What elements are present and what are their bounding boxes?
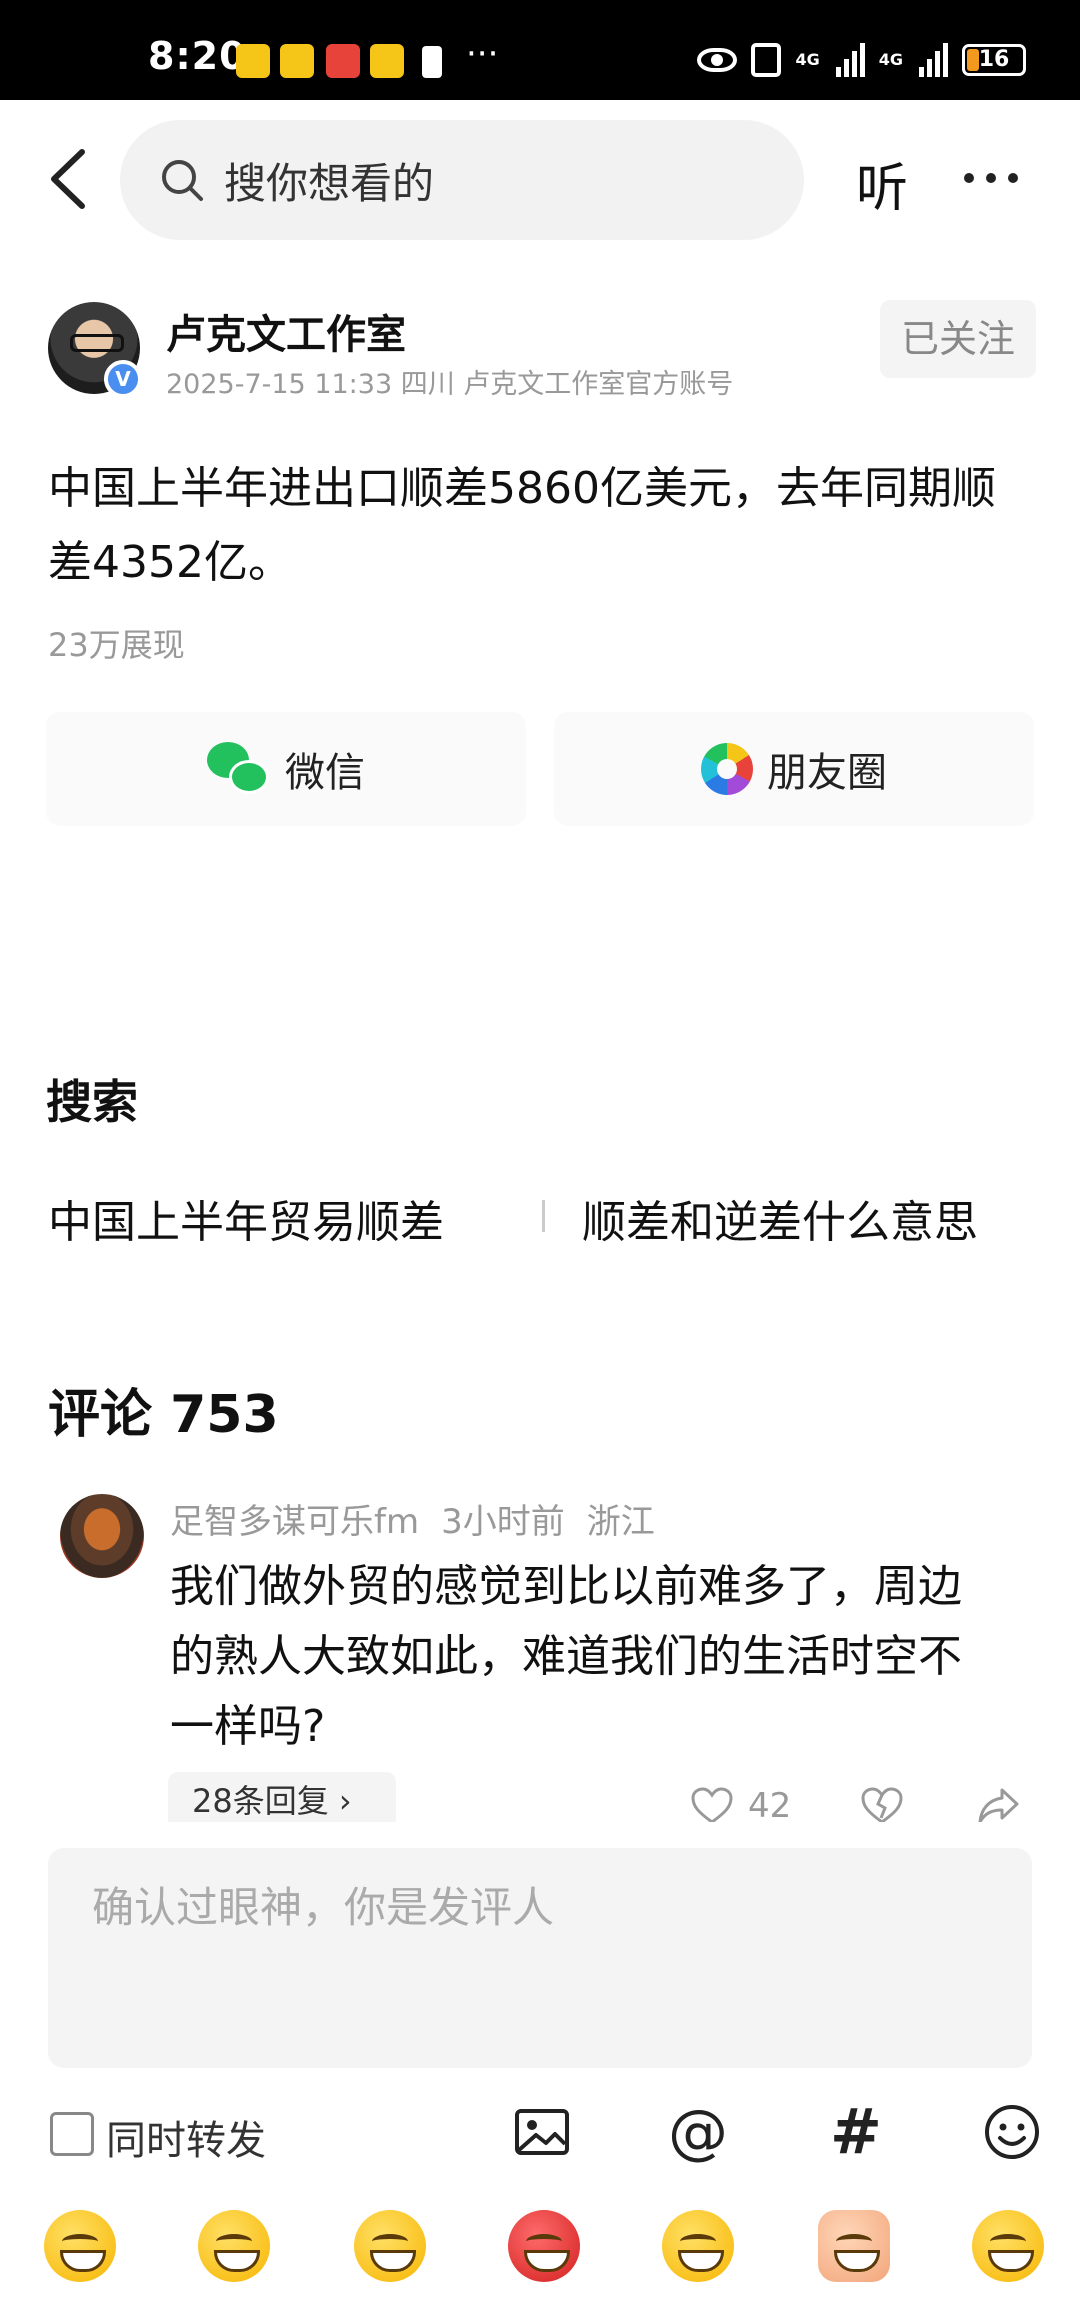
dislike-icon[interactable] xyxy=(860,1786,904,1826)
battery-level: 16 xyxy=(978,47,1010,72)
search-suggestion[interactable]: 中国上半年贸易顺差 xyxy=(48,1186,444,1250)
notification-app-icon xyxy=(280,44,314,78)
back-button[interactable] xyxy=(44,148,96,210)
notification-app-icon xyxy=(236,44,270,78)
wechat-icon xyxy=(207,742,271,796)
commenter-name[interactable]: 足智多谋可乐fm xyxy=(170,1502,419,1542)
more-icon xyxy=(964,173,974,183)
vibrate-icon xyxy=(751,43,782,77)
signal-icon xyxy=(835,43,865,77)
post-text: 中国上半年进出口顺差5860亿美元，去年同期顺差4352亿。 xyxy=(48,463,996,588)
signal-icon xyxy=(919,43,948,77)
search-placeholder: 搜你想看的 xyxy=(224,158,435,208)
back-arrow-icon xyxy=(51,149,85,209)
replies-button[interactable]: 28条回复 › xyxy=(168,1772,396,1824)
like-icon[interactable] xyxy=(690,1786,734,1826)
comment-meta: 足智多谋可乐fm 3小时前 浙江 xyxy=(170,1494,677,1543)
grinning-emoji[interactable] xyxy=(198,2210,270,2282)
divider xyxy=(542,1200,545,1232)
status-indicators: 4G 4G 16 xyxy=(697,40,1026,80)
emoji-quick-bar xyxy=(0,2210,1080,2290)
comment-input[interactable]: 确认过眼神，你是发评人 xyxy=(48,1848,1032,2068)
status-time: 8:20 xyxy=(148,34,247,78)
post-meta: 2025-7-15 11:33 四川 卢克文工作室官方账号 xyxy=(166,369,734,400)
hugging-emoji[interactable] xyxy=(354,2210,426,2282)
share-wechat-button[interactable]: 微信 xyxy=(46,712,526,826)
hash-icon[interactable]: # xyxy=(826,2101,886,2163)
repost-checkbox[interactable] xyxy=(50,2112,94,2156)
share-wechat-label: 微信 xyxy=(285,750,365,796)
thumbs-up-emoji[interactable] xyxy=(818,2210,890,2282)
more-notifications-icon: ··· xyxy=(466,34,499,74)
search-input[interactable]: 搜你想看的 xyxy=(120,120,804,240)
notification-app-icon xyxy=(370,44,404,78)
repost-label[interactable]: 同时转发 xyxy=(106,2108,266,2166)
view-count: 23万展现 xyxy=(48,626,185,664)
verified-badge: V xyxy=(104,360,142,398)
more-button[interactable] xyxy=(964,158,1024,198)
author-name[interactable]: 卢克文工作室 xyxy=(166,302,406,360)
follow-button[interactable]: 已关注 xyxy=(880,300,1036,378)
search-section-title: 搜索 xyxy=(46,1075,138,1129)
battery-icon: 16 xyxy=(962,44,1026,76)
comments-title: 评论 753 xyxy=(48,1385,279,1445)
moments-icon xyxy=(701,743,753,795)
smirk-emoji[interactable] xyxy=(662,2210,734,2282)
status-bar: 8:20 ··· 4G 4G 16 xyxy=(0,0,1080,100)
commenter-avatar[interactable] xyxy=(60,1494,144,1578)
share-icon[interactable] xyxy=(976,1786,1020,1826)
comment-location: 浙江 xyxy=(586,1502,655,1542)
emoji-icon[interactable] xyxy=(982,2102,1042,2162)
laughing-crying-emoji[interactable] xyxy=(44,2210,116,2282)
image-icon[interactable] xyxy=(512,2102,572,2162)
eye-comfort-icon xyxy=(697,48,738,72)
at-icon[interactable]: @ xyxy=(668,2102,728,2162)
comment-text[interactable]: 我们做外贸的感觉到比以前难多了，周边的熟人大致如此，难道我们的生活时空不一样吗? xyxy=(170,1552,1000,1762)
alert-icon xyxy=(422,46,442,78)
share-moments-label: 朋友圈 xyxy=(767,750,887,796)
network-type-label: 4G xyxy=(795,50,820,69)
comment-time: 3小时前 xyxy=(441,1502,565,1542)
search-suggestion[interactable]: 顺差和逆差什么意思 xyxy=(582,1186,978,1250)
like-count: 42 xyxy=(748,1786,792,1826)
angry-emoji[interactable] xyxy=(508,2210,580,2282)
notification-app-icon xyxy=(326,44,360,78)
listen-button[interactable]: 听 xyxy=(856,146,908,221)
network-type-label: 4G xyxy=(878,50,903,69)
tears-of-joy-emoji[interactable] xyxy=(972,2210,1044,2282)
search-icon xyxy=(162,160,203,201)
share-moments-button[interactable]: 朋友圈 xyxy=(554,712,1034,826)
